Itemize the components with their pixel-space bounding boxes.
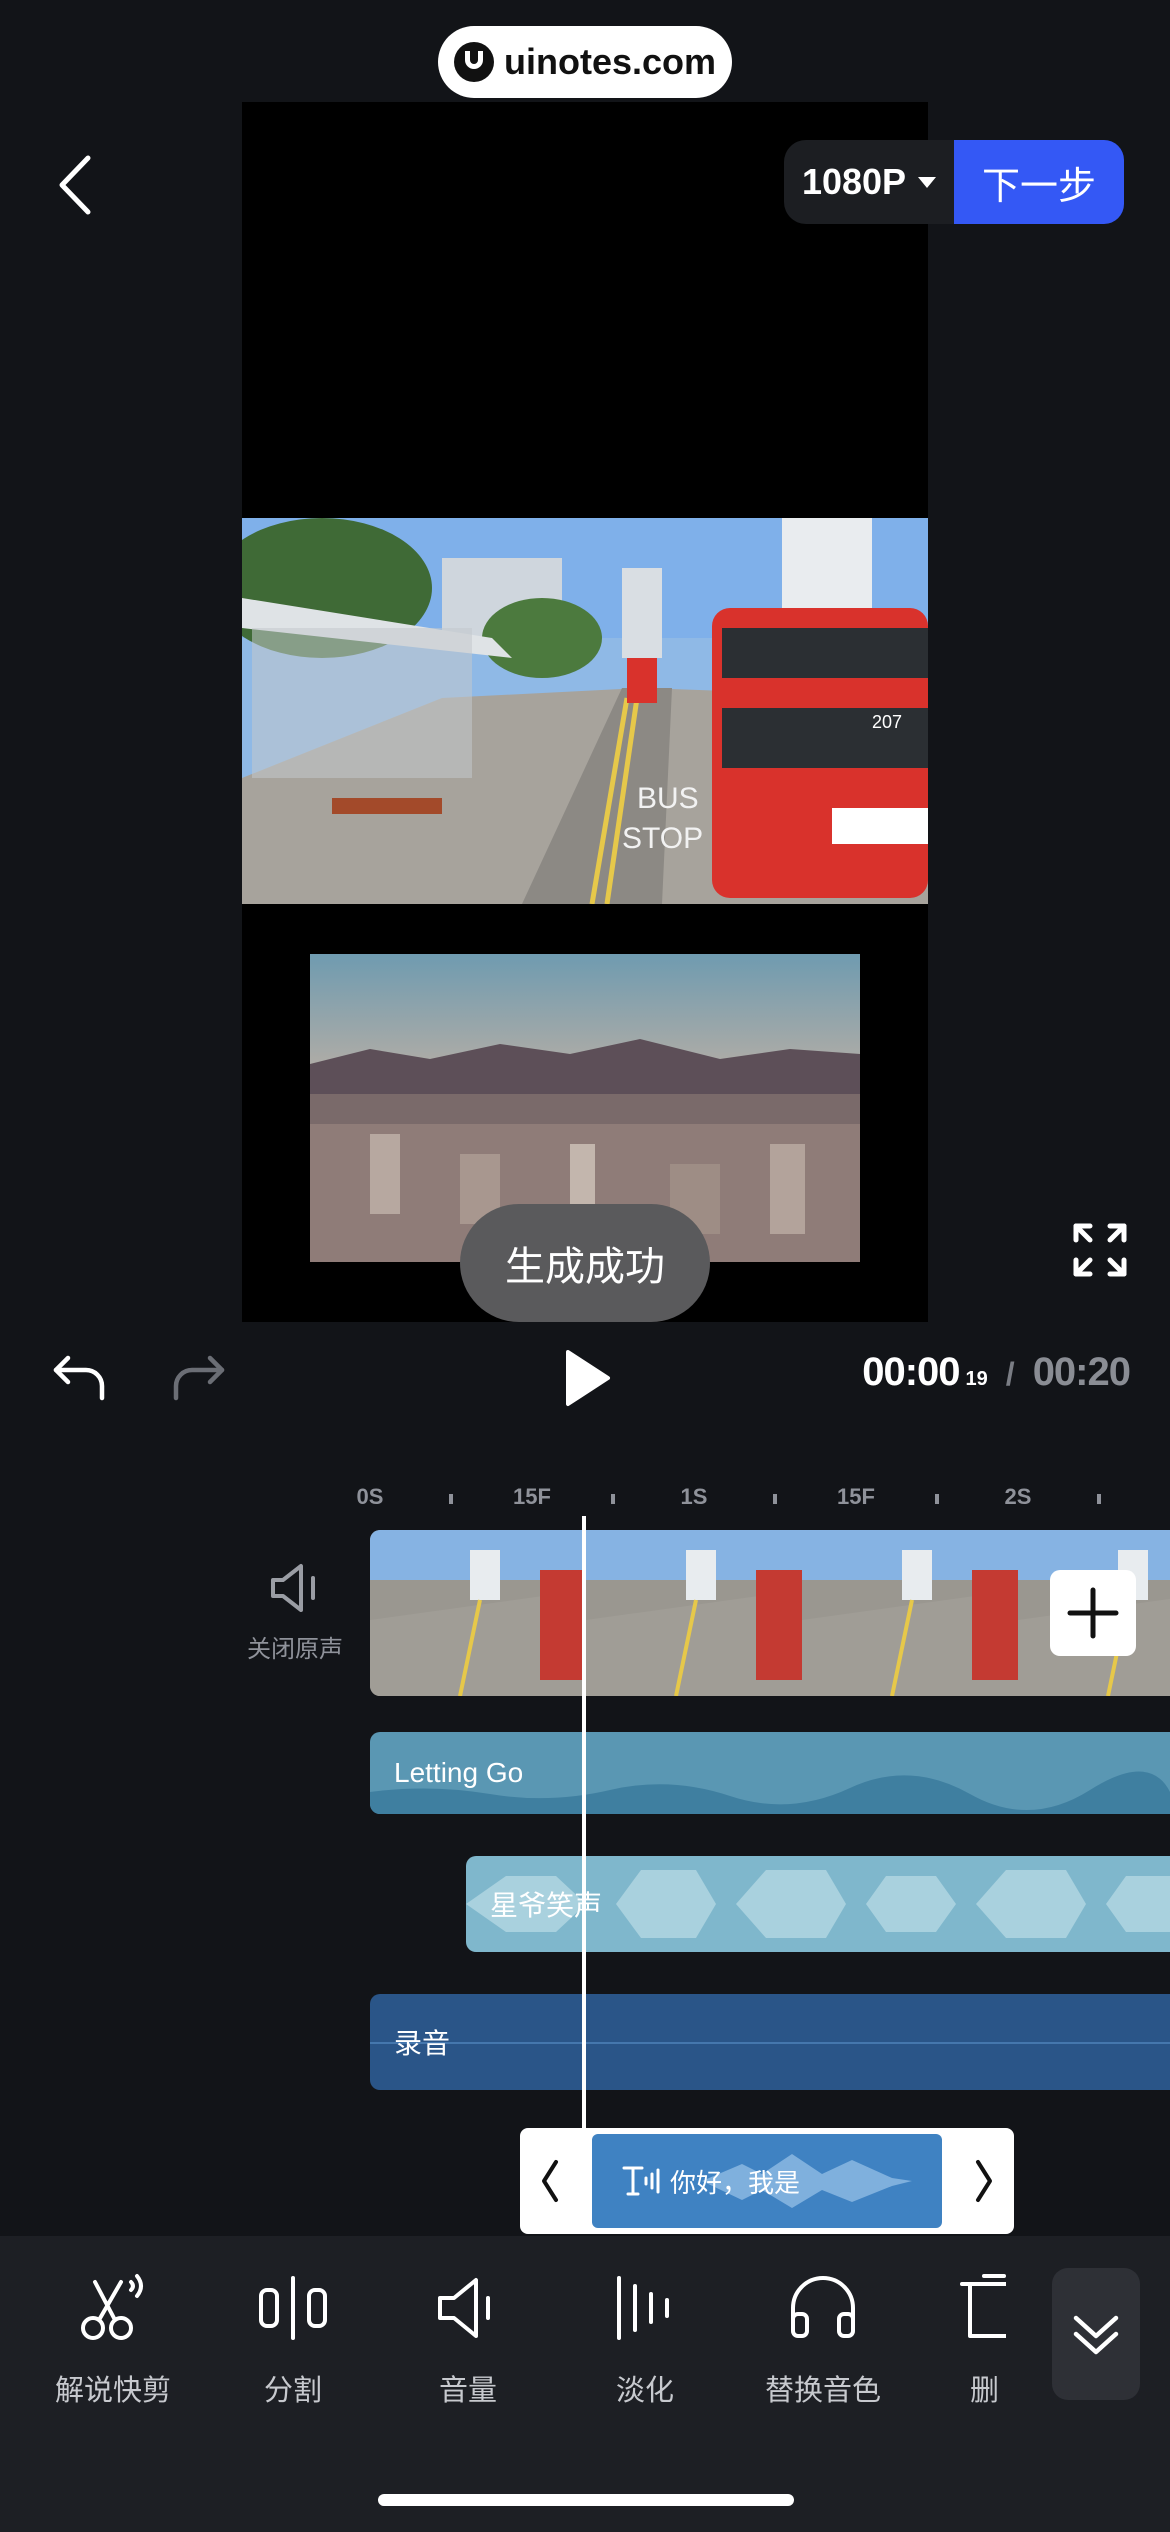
svg-text:STOP: STOP [622, 822, 703, 855]
text-to-speech-clip[interactable]: 你好，我是 [592, 2134, 942, 2228]
headphones-icon [791, 2276, 855, 2338]
undo-icon[interactable] [52, 1354, 108, 1402]
music-label: Letting Go [394, 1757, 524, 1788]
ruler-label: 1S [680, 1484, 708, 1509]
ruler-tick [773, 1494, 777, 1504]
ruler-tick [449, 1494, 453, 1504]
svg-text:207: 207 [872, 712, 902, 732]
resolution-label: 1080P [801, 161, 907, 202]
text-to-speech-icon [622, 2166, 660, 2196]
music-track[interactable]: Letting Go [370, 1732, 1170, 1814]
tool-label: 分割 [263, 2375, 322, 2407]
tool-label: 删 [970, 2375, 1000, 2407]
total-time: 00:20 [1032, 1350, 1131, 1394]
caret-down-icon [918, 176, 937, 188]
trim-left-handle[interactable] [538, 2158, 562, 2204]
resolution-select[interactable]: 1080P [784, 140, 954, 224]
split-icon [259, 2276, 327, 2340]
recording-label: 录音 [394, 2028, 451, 2059]
playback-time: 00:00 19 / 00:20 [862, 1350, 1131, 1410]
tool-delete[interactable]: 删 [930, 2268, 1006, 2409]
time-separator: / [1005, 1356, 1015, 1392]
current-frame: 19 [965, 1368, 988, 1390]
ruler-tick [935, 1494, 939, 1504]
next-step-button[interactable]: 下一步 [954, 140, 1124, 224]
mute-original-button[interactable]: 关闭原声 [240, 1560, 350, 1670]
watermark-text: uinotes.com [503, 41, 717, 82]
toast-message: 生成成功 [460, 1204, 710, 1322]
speaker-icon [271, 1564, 315, 1612]
ruler-label: 15F [513, 1484, 551, 1509]
playhead[interactable] [582, 1516, 586, 2136]
ruler-tick [611, 1494, 615, 1504]
collapse-toolbar-button[interactable] [1052, 2268, 1140, 2400]
recording-waveform [370, 2042, 1170, 2044]
tts-content: 你好，我是 [622, 2134, 800, 2228]
delete-icon [960, 2274, 1006, 2338]
ruler-label: 15F [837, 1484, 875, 1509]
tool-label: 替换音色 [764, 2375, 881, 2407]
ruler-label: 0S [356, 1484, 384, 1509]
sound-effect-track[interactable]: 星爷笑声 [466, 1856, 1170, 1952]
tool-label: 淡化 [615, 2375, 674, 2407]
fullscreen-icon[interactable] [1072, 1222, 1128, 1278]
watermark-logo [453, 42, 494, 82]
ruler-tick [1097, 1494, 1101, 1504]
tool-split[interactable]: 分割 [218, 2268, 368, 2409]
tool-label: 音量 [438, 2375, 497, 2407]
home-indicator[interactable] [378, 2494, 794, 2506]
scissors-icon [81, 2274, 143, 2340]
back-icon[interactable] [50, 150, 110, 220]
mute-label: 关闭原声 [247, 1636, 343, 1663]
tts-text: 你好，我是 [670, 2167, 801, 2198]
ruler-label: 2S [1004, 1484, 1032, 1509]
tool-label: 解说快剪 [54, 2375, 171, 2407]
recording-track[interactable]: 录音 [370, 1994, 1170, 2090]
plus-icon [1067, 1587, 1119, 1639]
tool-volume[interactable]: 音量 [393, 2268, 543, 2409]
tool-replace-voice[interactable]: 替换音色 [748, 2268, 898, 2409]
tool-fade[interactable]: 淡化 [570, 2268, 720, 2409]
double-chevron-down-icon [1073, 2315, 1119, 2355]
tool-narration-quick-cut[interactable]: 解说快剪 [38, 2268, 188, 2409]
trim-right-handle[interactable] [972, 2158, 996, 2204]
svg-text:BUS: BUS [637, 782, 699, 815]
preview-clip-street: 207 BUS STOP [242, 518, 928, 904]
volume-icon [438, 2278, 490, 2338]
fade-icon [617, 2276, 669, 2340]
watermark: uinotes.com [438, 26, 732, 98]
current-time: 00:00 [862, 1350, 960, 1394]
add-clip-button[interactable] [1050, 1570, 1136, 1656]
play-icon[interactable] [562, 1348, 612, 1408]
redo-icon[interactable] [170, 1354, 226, 1402]
